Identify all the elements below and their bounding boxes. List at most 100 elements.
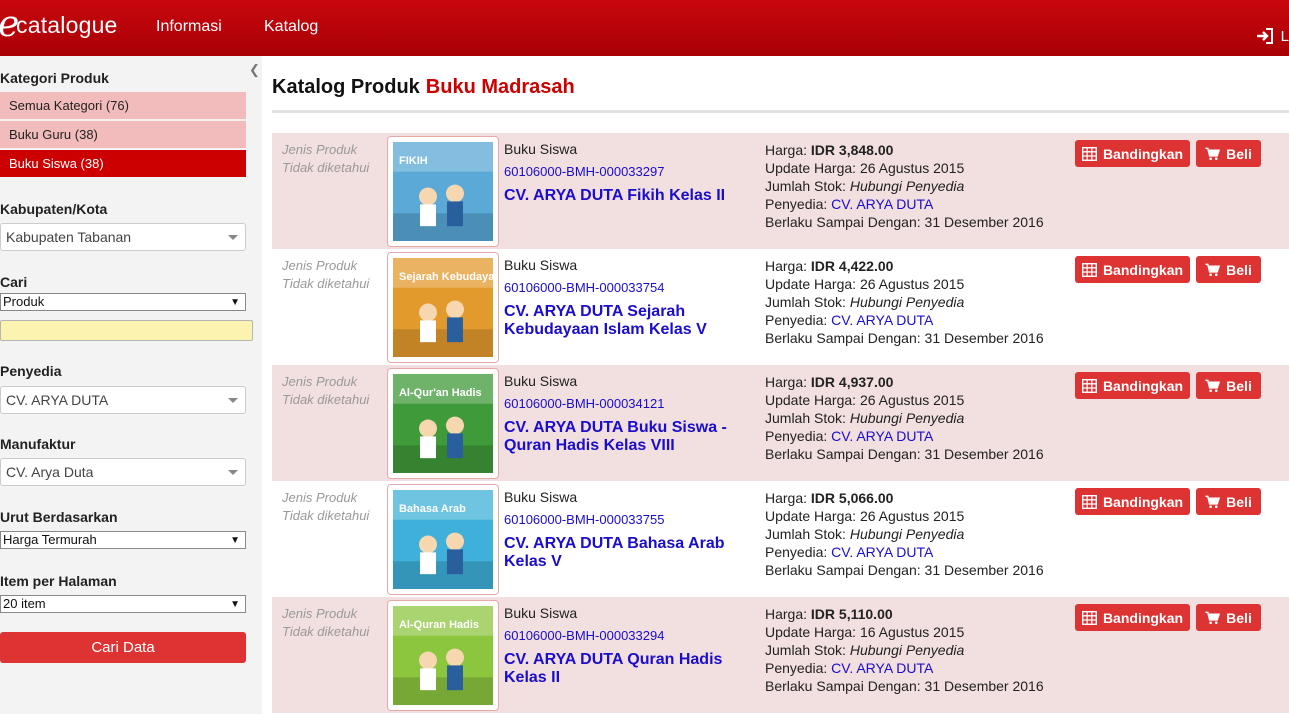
product-name-link[interactable]: CV. ARYA DUTA Bahasa Arab Kelas V — [504, 535, 754, 571]
category-buku-siswa[interactable]: Buku Siswa (38) — [0, 150, 246, 177]
penyedia-link[interactable]: CV. ARYA DUTA — [831, 660, 933, 676]
buy-button[interactable]: Beli — [1196, 256, 1261, 283]
price-value: IDR 5,110.00 — [810, 606, 893, 622]
berlaku-value: 31 Desember 2016 — [924, 678, 1044, 694]
product-name-link[interactable]: CV. ARYA DUTA Buku Siswa - Quran Hadis K… — [504, 419, 754, 455]
penyedia-link[interactable]: CV. ARYA DUTA — [831, 196, 933, 212]
price-details: Harga: IDR 3,848.00 Update Harga: 26 Agus… — [765, 141, 1044, 231]
product-thumbnail[interactable]: Al-Qur'an Hadis — [387, 368, 499, 479]
shopping-cart-icon — [1205, 379, 1221, 392]
collapse-sidebar-icon[interactable]: ❮ — [249, 62, 260, 78]
compare-label: Bandingkan — [1102, 377, 1184, 394]
update-value: 26 Agustus 2015 — [859, 392, 965, 408]
penyedia-select[interactable]: CV. ARYA DUTA — [0, 386, 246, 414]
product-thumbnail[interactable]: Sejarah Kebudayaan Islam — [387, 252, 499, 363]
penyedia-link[interactable]: CV. ARYA DUTA — [831, 428, 933, 444]
buy-button[interactable]: Beli — [1196, 604, 1261, 631]
berlaku-value: 31 Desember 2016 — [924, 214, 1044, 230]
product-thumbnail[interactable]: FIKIH — [387, 136, 499, 247]
berlaku-line: Berlaku Sampai Dengan: 31 Desember 2016 — [765, 329, 1044, 347]
product-thumbnail[interactable]: Al-Quran Hadis — [387, 600, 499, 711]
compare-button[interactable]: Bandingkan — [1075, 256, 1190, 283]
item-per-page-select[interactable]: 20 item ▼ — [0, 595, 246, 613]
title-divider — [272, 110, 1289, 113]
harga-label: Harga: — [765, 374, 808, 390]
shopping-cart-icon — [1205, 263, 1221, 276]
price-details: Harga: IDR 5,110.00 Update Harga: 16 Agus… — [765, 605, 1044, 695]
compare-button[interactable]: Bandingkan — [1075, 604, 1190, 631]
penyedia-link[interactable]: CV. ARYA DUTA — [831, 312, 933, 328]
update-line: Update Harga: 26 Agustus 2015 — [765, 159, 1044, 177]
cari-type-select[interactable]: Produk ▼ — [0, 293, 246, 311]
product-info: Buku Siswa 60106000-BMH-000033297 CV. ARYA… — [504, 141, 754, 205]
compare-button[interactable]: Bandingkan — [1075, 372, 1190, 399]
login-label: L — [1280, 27, 1289, 45]
product-thumbnail[interactable]: Bahasa Arab — [387, 484, 499, 595]
stok-label: Jumlah Stok: — [765, 642, 846, 658]
product-name-link[interactable]: CV. ARYA DUTA Fikih Kelas II — [504, 187, 754, 205]
penyedia-link[interactable]: CV. ARYA DUTA — [831, 544, 933, 560]
product-code-link[interactable]: 60106000-BMH-000033754 — [504, 280, 754, 296]
berlaku-label: Berlaku Sampai Dengan: — [765, 562, 921, 578]
harga-label: Harga: — [765, 142, 808, 158]
page-subtitle: Buku Madrasah — [425, 76, 575, 98]
shopping-cart-icon — [1205, 495, 1221, 508]
update-label: Update Harga: — [765, 624, 857, 640]
product-name-link[interactable]: CV. ARYA DUTA Quran Hadis Kelas II — [504, 651, 754, 687]
update-value: 26 Agustus 2015 — [859, 508, 965, 524]
cover-title: Al-Quran Hadis — [399, 619, 479, 631]
compare-button[interactable]: Bandingkan — [1075, 488, 1190, 515]
buy-label: Beli — [1226, 377, 1252, 394]
manufaktur-select[interactable]: CV. Arya Duta — [0, 458, 246, 486]
sign-in-icon — [1256, 28, 1273, 44]
stok-value: Hubungi Penyedia — [849, 642, 965, 658]
update-value: 26 Agustus 2015 — [859, 160, 965, 176]
chevron-down-icon — [228, 235, 238, 240]
buy-button[interactable]: Beli — [1196, 488, 1261, 515]
update-label: Update Harga: — [765, 392, 857, 408]
compare-button[interactable]: Bandingkan — [1075, 140, 1190, 167]
nav-katalog[interactable]: Katalog — [264, 18, 318, 36]
price-details: Harga: IDR 4,937.00 Update Harga: 26 Agus… — [765, 373, 1044, 463]
jenis-value: Tidak diketahui — [282, 624, 370, 639]
price-value: IDR 4,422.00 — [810, 258, 894, 274]
search-input[interactable] — [0, 320, 253, 341]
cover-title: Al-Qur'an Hadis — [399, 387, 482, 399]
cover-title: Sejarah Kebudayaan Islam — [399, 271, 493, 283]
kabupaten-heading: Kabupaten/Kota — [0, 201, 108, 217]
urut-value: Harga Termurah — [3, 532, 97, 547]
login-link[interactable]: L — [1255, 26, 1289, 46]
jenis-label: Jenis Produk — [282, 490, 358, 505]
berlaku-line: Berlaku Sampai Dengan: 31 Desember 2016 — [765, 445, 1044, 463]
nav-informasi[interactable]: Informasi — [156, 18, 222, 36]
cover-title: Bahasa Arab — [399, 503, 466, 515]
jenis-label: Jenis Produk — [282, 142, 358, 157]
cari-data-button[interactable]: Cari Data — [0, 632, 246, 663]
jenis-label: Jenis Produk — [282, 606, 358, 621]
stok-line: Jumlah Stok: Hubungi Penyedia — [765, 641, 1044, 659]
page-title: Katalog Produk Buku Madrasah — [272, 76, 575, 99]
buy-button[interactable]: Beli — [1196, 140, 1261, 167]
product-code-link[interactable]: 60106000-BMH-000033297 — [504, 164, 754, 180]
product-name-link[interactable]: CV. ARYA DUTA Sejarah Kebudayaan Islam K… — [504, 303, 754, 339]
category-buku-guru[interactable]: Buku Guru (38) — [0, 121, 246, 148]
jenis-produk: Jenis Produk Tidak diketahui — [282, 489, 369, 525]
category-semua[interactable]: Semua Kategori (76) — [0, 92, 246, 119]
cari-type-value: Produk — [3, 294, 45, 309]
table-icon — [1081, 494, 1097, 509]
book-cover-image: FIKIH — [393, 142, 493, 241]
product-info: Buku Siswa 60106000-BMH-000033755 CV. ARYA… — [504, 489, 754, 571]
buy-button[interactable]: Beli — [1196, 372, 1261, 399]
penyedia-heading: Penyedia — [0, 363, 62, 379]
kategori-heading: Kategori Produk — [0, 70, 109, 86]
product-code-link[interactable]: 60106000-BMH-000034121 — [504, 396, 754, 412]
top-navbar: e catalogue Informasi Katalog L — [0, 0, 1289, 56]
kabupaten-select[interactable]: Kabupaten Tabanan — [0, 223, 246, 251]
update-line: Update Harga: 26 Agustus 2015 — [765, 391, 1044, 409]
urut-heading: Urut Berdasarkan — [0, 509, 118, 525]
product-row: Jenis Produk Tidak diketahui FIKIH Buku Sis… — [272, 133, 1289, 249]
product-code-link[interactable]: 60106000-BMH-000033755 — [504, 512, 754, 528]
product-code-link[interactable]: 60106000-BMH-000033294 — [504, 628, 754, 644]
urut-select[interactable]: Harga Termurah ▼ — [0, 531, 246, 549]
item-heading: Item per Halaman — [0, 573, 117, 589]
